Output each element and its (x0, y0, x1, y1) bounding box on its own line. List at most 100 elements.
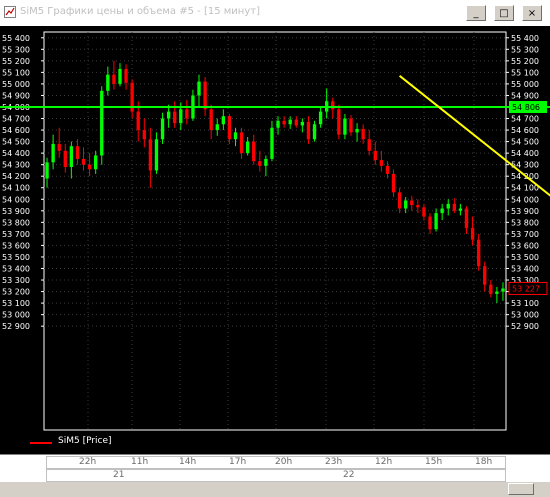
candle-body (470, 228, 475, 240)
candle-body (458, 208, 463, 211)
y-tick-label-right: 54 700 (511, 115, 539, 124)
y-tick-label-left: 54 300 (2, 161, 30, 170)
candle-body (87, 164, 92, 170)
candle-body (233, 132, 238, 140)
horizontal-scrollbar[interactable] (0, 482, 550, 497)
candle-body (136, 111, 140, 131)
candle-body (264, 158, 268, 166)
candle-body (239, 132, 244, 154)
legend-label: SiM5 [Price] (58, 436, 112, 446)
y-tick-label-right: 55 200 (511, 57, 539, 66)
y-tick-label-right: 52 900 (511, 322, 539, 331)
close-button[interactable]: × (522, 5, 542, 21)
title-bar[interactable]: SiM5 Графики цены и объема #5 - [15 мину… (0, 0, 550, 27)
candle-body (124, 68, 128, 83)
y-tick-label-right: 54 500 (511, 138, 539, 147)
y-tick-label-left: 53 400 (2, 264, 30, 273)
candle-body (63, 150, 67, 167)
candle-body (288, 119, 292, 125)
candle-body (391, 173, 396, 193)
candle-body (373, 150, 377, 161)
y-tick-label-left: 53 100 (2, 299, 30, 308)
y-tick-label-right: 53 700 (511, 230, 539, 239)
price-chart-svg[interactable]: 55 400 55 400 55 300 55 300 55 200 55 200 55 1… (0, 26, 550, 432)
candle-body (197, 81, 201, 96)
candle-body (300, 121, 305, 126)
candle-body (282, 120, 286, 125)
candle-body (446, 203, 450, 209)
y-tick-label-right: 53 100 (511, 299, 539, 308)
candle-body (367, 139, 371, 151)
candle-body (221, 116, 226, 125)
candle-body (464, 208, 469, 229)
candle-body (361, 128, 365, 140)
maximize-button[interactable]: □ (494, 5, 514, 21)
chart-app-icon (4, 6, 16, 18)
candle-body (81, 158, 86, 165)
candle-body (227, 116, 232, 140)
time-tick-label: 14h (179, 457, 197, 467)
candle-body (45, 162, 49, 179)
date-tick-label: 22 (343, 470, 355, 480)
y-tick-label-left: 54 500 (2, 138, 30, 147)
last-price-label: 53 227 (512, 284, 540, 293)
candle-body (185, 109, 189, 119)
candle-body (355, 128, 359, 133)
candle-body (434, 213, 438, 230)
time-axis-hours: 22h 11h 14h 17h 20h 23h 12h 15h 18h (46, 456, 506, 469)
candle-body (258, 161, 262, 166)
candle-body (294, 119, 298, 126)
date-tick-label: 21 (113, 470, 125, 480)
y-tick-label-left: 54 100 (2, 184, 30, 193)
candle-body (349, 118, 353, 133)
y-tick-label-left: 53 900 (2, 207, 30, 216)
y-tick-label-left: 54 400 (2, 149, 30, 158)
candle-body (276, 120, 280, 128)
y-tick-label-right: 55 100 (511, 68, 539, 77)
time-axis-days: 21 22 (46, 469, 506, 482)
y-tick-label-right: 53 400 (511, 264, 539, 273)
y-tick-label-left: 52 900 (2, 322, 30, 331)
candle-body (495, 291, 499, 294)
candle-body (452, 203, 457, 211)
y-tick-label-left: 54 000 (2, 195, 30, 204)
candle-body (476, 239, 481, 267)
y-tick-label-right: 55 000 (511, 80, 539, 89)
y-tick-label-left: 55 200 (2, 57, 30, 66)
candle-body (379, 160, 384, 166)
y-tick-label-left: 55 100 (2, 68, 30, 77)
candle-body (203, 81, 207, 110)
y-tick-label-left: 55 400 (2, 34, 30, 43)
candle-body (501, 288, 505, 292)
legend-swatch (30, 442, 52, 444)
candle-body (93, 155, 98, 170)
candle-body (404, 200, 408, 209)
candle-body (270, 127, 274, 159)
y-tick-label-left: 54 900 (2, 91, 30, 100)
scrollbar-thumb[interactable] (508, 483, 534, 495)
time-tick-label: 18h (475, 457, 493, 467)
candle-body (337, 109, 341, 135)
y-tick-label-left: 53 500 (2, 253, 30, 262)
candle-body (428, 216, 432, 230)
y-tick-label-left: 54 600 (2, 126, 30, 135)
candle-body (166, 111, 171, 119)
y-tick-label-left: 54 200 (2, 172, 30, 181)
time-tick-label: 22h (79, 457, 97, 467)
time-tick-label: 12h (375, 457, 393, 467)
price-chart[interactable]: 55 400 55 400 55 300 55 300 55 200 55 200 55 1… (0, 26, 550, 454)
time-tick-label: 17h (229, 457, 247, 467)
candle-body (142, 130, 146, 140)
candle-body (306, 121, 311, 140)
candle-body (440, 208, 444, 214)
candle-body (154, 139, 159, 171)
plot-frame (43, 31, 507, 431)
candle-body (483, 266, 487, 285)
time-tick-label: 20h (275, 457, 293, 467)
minimize-button[interactable]: _ (466, 5, 486, 21)
candle-body (106, 74, 110, 91)
time-tick-label: 15h (425, 457, 443, 467)
candle-body (312, 124, 317, 140)
y-tick-label-right: 54 900 (511, 91, 539, 100)
y-tick-label-right: 55 300 (511, 45, 539, 54)
